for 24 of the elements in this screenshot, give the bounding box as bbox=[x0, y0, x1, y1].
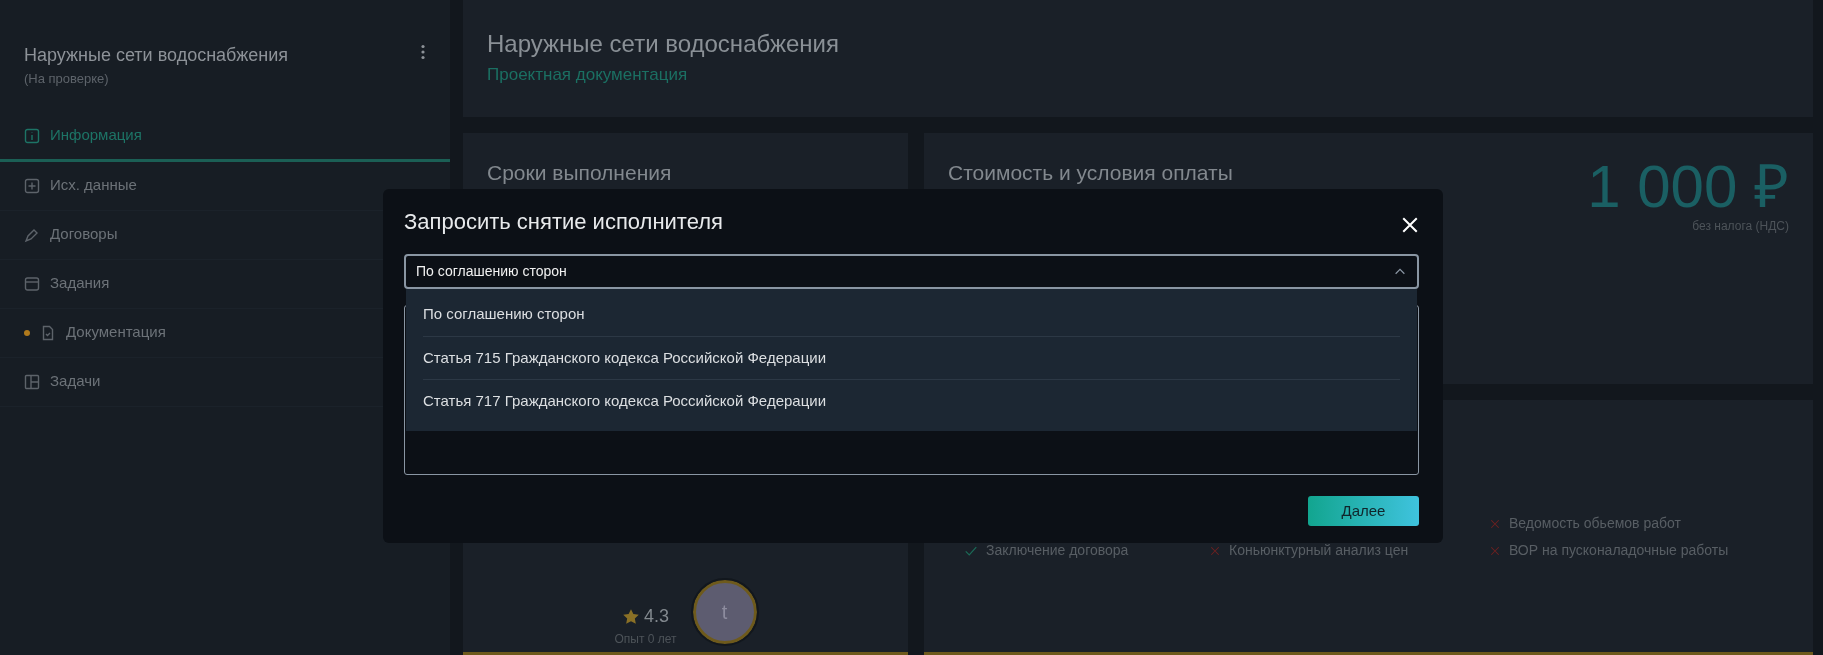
rating-value: 4.3 bbox=[643, 605, 669, 628]
project-title: Наружные сети водоснабжения bbox=[24, 44, 288, 67]
page-title: Наружные сети водоснабжения bbox=[487, 29, 840, 59]
checklist-item: Ведомость обьемов работ bbox=[1509, 514, 1681, 533]
plus-square-icon bbox=[24, 177, 40, 194]
dropdown-option[interactable]: По соглашению сторон bbox=[423, 293, 1400, 337]
card-title: Стоимость и условия оплаты bbox=[948, 160, 1233, 186]
window-icon bbox=[24, 275, 40, 292]
checklist-item: Коньюнктурный анализ цен bbox=[1229, 541, 1409, 560]
project-status: (На проверке) bbox=[24, 70, 110, 88]
pen-icon bbox=[24, 226, 40, 243]
document-icon bbox=[40, 324, 56, 341]
sidebar-item[interactable]: Информация bbox=[0, 112, 450, 162]
price-text: 1 000 ₽ bbox=[1587, 157, 1789, 217]
grid-icon bbox=[24, 373, 40, 390]
info-icon bbox=[24, 127, 40, 144]
star-icon bbox=[621, 607, 640, 626]
card-title: Сроки выполнения bbox=[487, 160, 673, 186]
dropdown-option[interactable]: Статья 715 Гражданского кодекса Российской Федерации bbox=[423, 336, 1400, 380]
page-subtitle: Проектная документация bbox=[487, 64, 689, 86]
next-button[interactable]: Далее bbox=[1308, 496, 1419, 526]
checklist-item: Заключение договора bbox=[986, 541, 1129, 560]
checklist-item: ВОР на пусконаладочные работы bbox=[1509, 541, 1729, 560]
kebab-menu-icon[interactable] bbox=[420, 42, 426, 62]
